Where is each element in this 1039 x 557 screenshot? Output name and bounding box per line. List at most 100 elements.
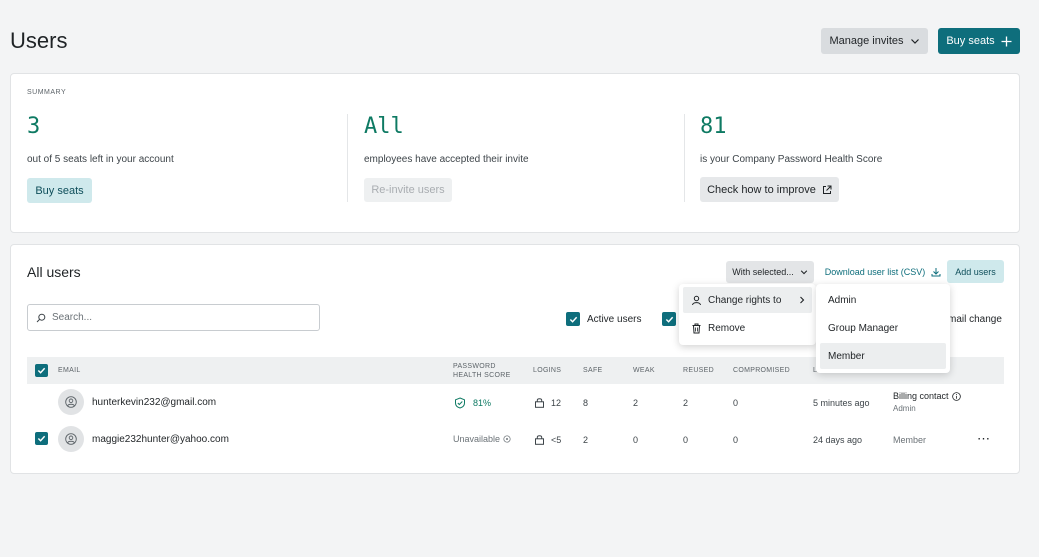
compromised-cell: 0	[733, 398, 739, 408]
health-score-text: is your Company Password Health Score	[700, 154, 883, 165]
logins-cell: 12	[551, 398, 562, 408]
menu-item-remove[interactable]: Remove	[683, 315, 812, 341]
chevron-down-icon	[800, 270, 807, 275]
role-secondary: Admin	[893, 404, 916, 413]
submenu-item-label: Admin	[828, 294, 857, 306]
email-change-label: mail change	[948, 314, 1002, 325]
column-safe: SAFE	[583, 367, 603, 374]
reused-cell: 0	[683, 435, 689, 445]
submenu-item-admin[interactable]: Admin	[820, 287, 946, 313]
check-how-to-improve-button[interactable]: Check how to improve	[700, 177, 839, 202]
divider	[347, 114, 348, 202]
checkmark-icon	[665, 316, 673, 323]
compromised-cell: 0	[733, 435, 739, 445]
shield-check-icon	[455, 397, 465, 409]
info-icon[interactable]	[951, 391, 961, 401]
buy-seats-button[interactable]: Buy seats	[27, 178, 92, 203]
weak-cell: 0	[633, 435, 639, 445]
reinvite-users-button[interactable]: Re-invite users	[364, 178, 452, 202]
column-email: EMAIL	[58, 367, 81, 374]
lock-icon	[535, 435, 544, 445]
active-users-checkbox[interactable]	[566, 312, 580, 326]
all-users-title: All users	[27, 264, 81, 280]
safe-cell: 8	[583, 398, 589, 408]
with-selected-label: With selected...	[732, 267, 794, 277]
with-selected-button[interactable]: With selected...	[726, 261, 814, 283]
table-row[interactable]: hunterkevin232@gmail.com 81% 12 8 2 2 0 …	[27, 386, 1004, 420]
chevron-down-icon	[910, 39, 919, 44]
invites-text: employees have accepted their invite	[364, 154, 529, 165]
add-users-label: Add users	[955, 266, 996, 277]
avatar	[58, 426, 84, 452]
role-primary-text: Billing contact	[893, 391, 949, 401]
submenu-item-label: Member	[828, 350, 865, 362]
manage-invites-label: Manage invites	[829, 35, 904, 47]
logins-cell: <5	[551, 435, 562, 445]
add-users-button[interactable]: Add users	[947, 260, 1004, 283]
download-csv-link[interactable]: Download user list (CSV)	[823, 261, 943, 283]
summary-label: SUMMARY	[27, 89, 67, 96]
info-circle-icon[interactable]	[503, 435, 511, 443]
submenu-item-label: Group Manager	[828, 322, 899, 334]
safe-cell: 2	[583, 435, 589, 445]
seats-left-value: 3	[27, 114, 41, 139]
row-select-checkbox[interactable]	[35, 432, 48, 445]
invites-value: All	[364, 114, 404, 139]
last-login-cell: 24 days ago	[813, 435, 863, 445]
column-compromised: COMPROMISED	[733, 367, 790, 374]
buy-seats-label: Buy seats	[35, 184, 84, 197]
weak-cell: 2	[633, 398, 639, 408]
health-score-cell: 81%	[473, 398, 492, 408]
plus-icon	[1001, 36, 1012, 46]
submenu-item-group-manager[interactable]: Group Manager	[820, 315, 946, 341]
page-title: Users	[10, 28, 68, 53]
second-filter-checkbox[interactable]	[662, 312, 676, 326]
table-row[interactable]: maggie232hunter@yahoo.com Unavailable <5…	[27, 423, 1004, 457]
external-link-icon	[822, 185, 832, 194]
download-icon	[931, 268, 941, 277]
active-users-label: Active users	[587, 314, 642, 325]
divider	[684, 114, 685, 202]
select-all-checkbox[interactable]	[35, 364, 48, 377]
column-logins: LOGINS	[533, 367, 562, 374]
remove-label: Remove	[708, 322, 746, 334]
column-reused: REUSED	[683, 367, 714, 374]
column-health-score: PASSWORD HEALTH SCORE	[453, 362, 511, 380]
checkmark-icon	[569, 316, 577, 323]
manage-invites-button[interactable]: Manage invites	[821, 28, 928, 54]
user-email: hunterkevin232@gmail.com	[92, 397, 217, 408]
checkmark-icon	[37, 367, 46, 374]
change-rights-label: Change rights to	[708, 294, 782, 306]
user-email: maggie232hunter@yahoo.com	[92, 434, 229, 445]
submenu-item-member[interactable]: Member	[820, 343, 946, 369]
search-placeholder: Search...	[52, 312, 93, 323]
health-score-cell: Unavailable	[453, 434, 511, 444]
avatar	[58, 389, 84, 415]
user-icon	[65, 433, 77, 445]
reused-cell: 2	[683, 398, 689, 408]
search-icon	[36, 313, 46, 322]
health-score-value: 81	[700, 114, 727, 139]
menu-item-change-rights[interactable]: Change rights to	[683, 287, 812, 313]
lock-icon	[535, 398, 544, 408]
role-primary: Member	[893, 435, 927, 445]
trash-icon	[692, 323, 701, 333]
role-primary: Billing contact	[893, 391, 961, 401]
column-weak: WEAK	[633, 367, 655, 374]
column-health-score-line2: HEALTH SCORE	[453, 372, 511, 379]
buy-seats-header-button[interactable]: Buy seats	[938, 28, 1020, 54]
search-input[interactable]: Search...	[27, 304, 320, 331]
checkmark-icon	[37, 435, 46, 442]
health-score-text: Unavailable	[453, 434, 501, 444]
row-more-button[interactable]: ⋯	[977, 431, 990, 447]
with-selected-menu: Change rights to Remove	[679, 284, 816, 345]
check-how-to-improve-label: Check how to improve	[707, 183, 816, 196]
column-health-score-line1: PASSWORD	[453, 363, 496, 370]
buy-seats-header-label: Buy seats	[946, 35, 995, 47]
chevron-right-icon	[800, 296, 805, 304]
reinvite-users-label: Re-invite users	[371, 184, 445, 196]
seats-left-text: out of 5 seats left in your account	[27, 154, 174, 165]
change-rights-submenu: Admin Group Manager Member	[816, 284, 950, 373]
download-csv-label: Download user list (CSV)	[824, 267, 926, 277]
user-icon	[65, 396, 77, 408]
